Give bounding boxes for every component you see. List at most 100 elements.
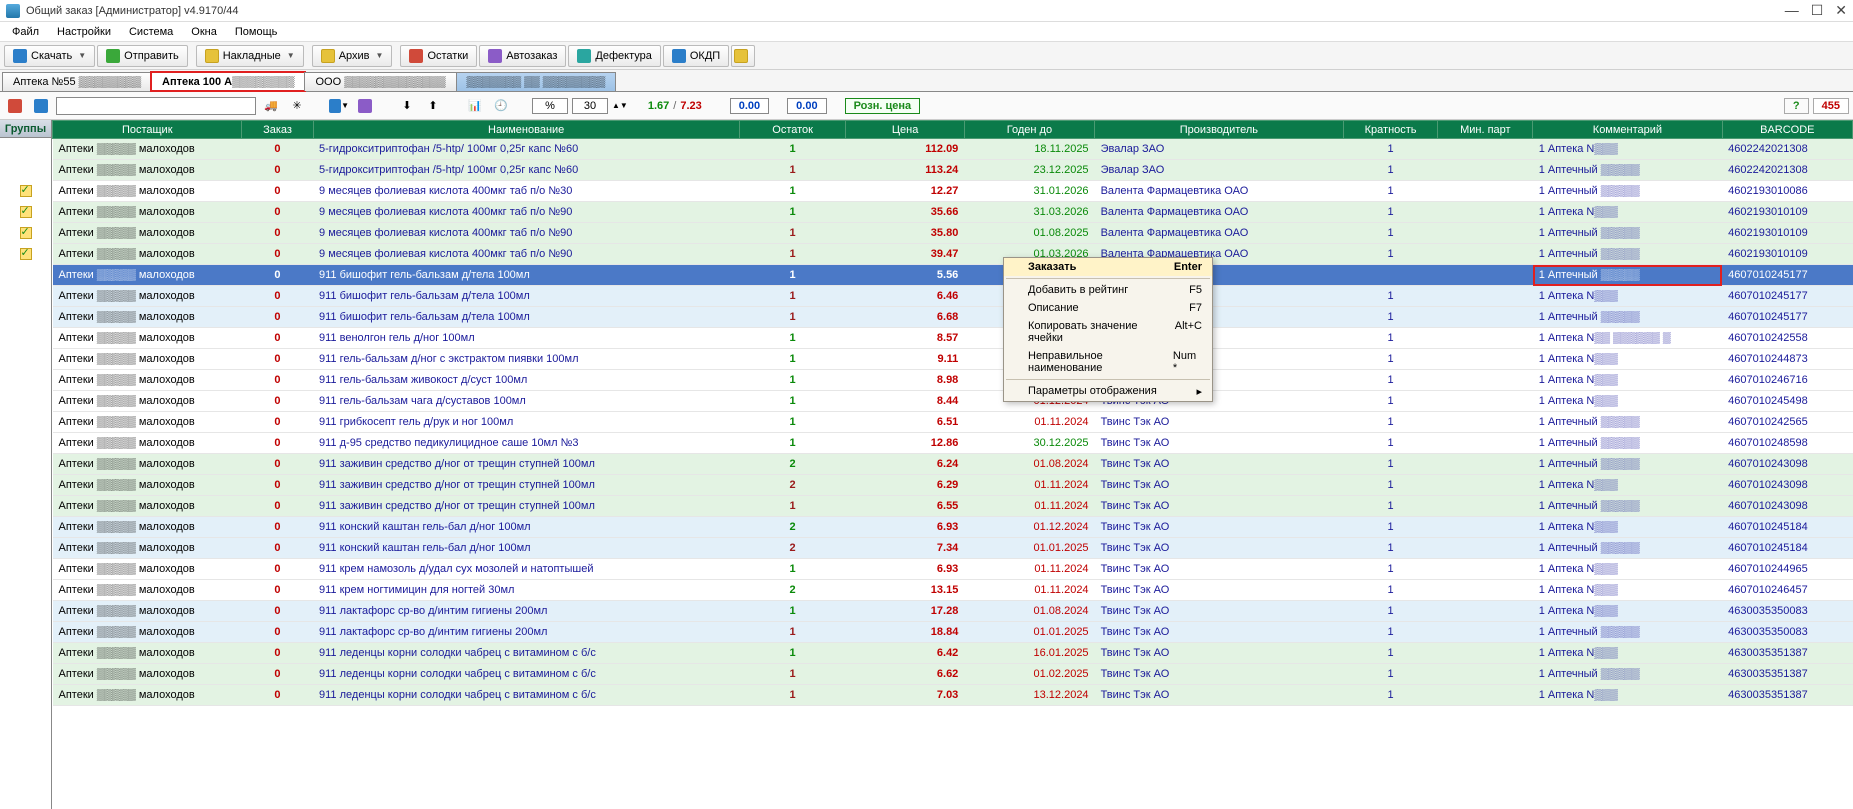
table-row[interactable]: Аптеки ▒▒▒▒▒ малоходов09 месяцев фолиева… bbox=[53, 223, 1853, 244]
row-marker[interactable] bbox=[0, 264, 51, 285]
table-row[interactable]: Аптеки ▒▒▒▒▒ малоходов0911 гель-бальзам … bbox=[53, 349, 1853, 370]
table-row[interactable]: Аптеки ▒▒▒▒▒ малоходов0911 леденцы корни… bbox=[53, 685, 1853, 706]
col-maker[interactable]: Производитель bbox=[1095, 121, 1344, 139]
row-marker[interactable] bbox=[0, 453, 51, 474]
menu-system[interactable]: Система bbox=[121, 24, 181, 40]
table-row[interactable]: Аптеки ▒▒▒▒▒ малоходов0911 заживин средс… bbox=[53, 475, 1853, 496]
col-supplier[interactable]: Постащик bbox=[53, 121, 242, 139]
table-row[interactable]: Аптеки ▒▒▒▒▒ малоходов0911 бишофит гель-… bbox=[53, 307, 1853, 328]
table-row[interactable]: Аптеки ▒▒▒▒▒ малоходов05-гидрокситриптоф… bbox=[53, 160, 1853, 181]
row-marker[interactable] bbox=[0, 621, 51, 642]
row-marker[interactable] bbox=[0, 138, 51, 159]
tab-apteka-55[interactable]: Аптека №55 ▒▒▒▒▒▒▒▒ bbox=[2, 72, 152, 91]
row-marker[interactable] bbox=[0, 348, 51, 369]
table-row[interactable]: Аптеки ▒▒▒▒▒ малоходов0911 леденцы корни… bbox=[53, 664, 1853, 685]
row-marker[interactable] bbox=[0, 369, 51, 390]
col-until[interactable]: Годен до bbox=[964, 121, 1094, 139]
row-marker[interactable] bbox=[0, 663, 51, 684]
col-order[interactable]: Заказ bbox=[242, 121, 313, 139]
row-marker[interactable] bbox=[0, 495, 51, 516]
row-marker[interactable] bbox=[0, 432, 51, 453]
col-mult[interactable]: Кратность bbox=[1343, 121, 1438, 139]
table-row[interactable]: Аптеки ▒▒▒▒▒ малоходов09 месяцев фолиева… bbox=[53, 202, 1853, 223]
ctx-rate[interactable]: Добавить в рейтингF5 bbox=[1004, 281, 1212, 299]
table-row[interactable]: Аптеки ▒▒▒▒▒ малоходов0911 бишофит гель-… bbox=[53, 286, 1853, 307]
tab-ooo[interactable]: ООО ▒▒▒▒▒▒▒▒▒▒▒▒▒ bbox=[304, 72, 456, 91]
gear-icon[interactable] bbox=[4, 96, 26, 116]
table-row[interactable]: Аптеки ▒▒▒▒▒ малоходов0911 гель-бальзам … bbox=[53, 391, 1853, 412]
ctx-display-params[interactable]: Параметры отображения bbox=[1004, 382, 1212, 401]
table-row[interactable]: Аптеки ▒▒▒▒▒ малоходов0911 крем ногтимиц… bbox=[53, 580, 1853, 601]
ctx-order[interactable]: ЗаказатьEnter bbox=[1004, 258, 1212, 276]
row-marker[interactable] bbox=[0, 579, 51, 600]
table-row[interactable]: Аптеки ▒▒▒▒▒ малоходов0911 бишофит гель-… bbox=[53, 265, 1853, 286]
minimize-button[interactable]: — bbox=[1785, 2, 1799, 19]
col-minpart[interactable]: Мин. парт bbox=[1438, 121, 1533, 139]
col-rest[interactable]: Остаток bbox=[739, 121, 846, 139]
menu-file[interactable]: Файл bbox=[4, 24, 47, 40]
col-barcode[interactable]: BARCODE bbox=[1722, 121, 1852, 139]
row-marker[interactable] bbox=[0, 390, 51, 411]
table-row[interactable]: Аптеки ▒▒▒▒▒ малоходов05-гидрокситриптоф… bbox=[53, 139, 1853, 160]
row-marker[interactable] bbox=[0, 159, 51, 180]
clock-icon[interactable]: 🕘 bbox=[490, 96, 512, 116]
col-price[interactable]: Цена bbox=[846, 121, 964, 139]
ctx-desc[interactable]: ОписаниеF7 bbox=[1004, 299, 1212, 317]
table-row[interactable]: Аптеки ▒▒▒▒▒ малоходов0911 крем намозоль… bbox=[53, 559, 1853, 580]
table-row[interactable]: Аптеки ▒▒▒▒▒ малоходов0911 заживин средс… bbox=[53, 454, 1853, 475]
row-marker[interactable] bbox=[0, 516, 51, 537]
ctx-wrong[interactable]: Неправильное наименованиеNum * bbox=[1004, 347, 1212, 377]
table-row[interactable]: Аптеки ▒▒▒▒▒ малоходов0911 конский кашта… bbox=[53, 517, 1853, 538]
row-marker[interactable] bbox=[0, 411, 51, 432]
table-row[interactable]: Аптеки ▒▒▒▒▒ малоходов0911 грибкосепт ге… bbox=[53, 412, 1853, 433]
row-marker[interactable] bbox=[0, 285, 51, 306]
defect-button[interactable]: Дефектура bbox=[568, 45, 660, 67]
row-marker[interactable] bbox=[0, 558, 51, 579]
table-row[interactable]: Аптеки ▒▒▒▒▒ малоходов0911 леденцы корни… bbox=[53, 643, 1853, 664]
row-marker[interactable] bbox=[0, 600, 51, 621]
row-marker[interactable] bbox=[0, 201, 51, 222]
invoices-button[interactable]: Накладные▼ bbox=[196, 45, 304, 67]
maximize-button[interactable]: ☐ bbox=[1811, 2, 1824, 19]
flower-icon[interactable]: ✳ bbox=[286, 96, 308, 116]
data-grid[interactable]: Постащик Заказ Наименование Остаток Цена… bbox=[52, 120, 1853, 706]
table-row[interactable]: Аптеки ▒▒▒▒▒ малоходов0911 лактафорс ср-… bbox=[53, 622, 1853, 643]
menu-settings[interactable]: Настройки bbox=[49, 24, 119, 40]
row-marker[interactable] bbox=[0, 222, 51, 243]
col-name[interactable]: Наименование bbox=[313, 121, 739, 139]
row-marker[interactable] bbox=[0, 243, 51, 264]
ctx-copy[interactable]: Копировать значение ячейкиAlt+C bbox=[1004, 317, 1212, 347]
menu-windows[interactable]: Окна bbox=[183, 24, 225, 40]
okdp-button[interactable]: ОКДП bbox=[663, 45, 729, 67]
menu-help[interactable]: Помощь bbox=[227, 24, 286, 40]
archive-button[interactable]: Архив▼ bbox=[312, 45, 393, 67]
row-marker[interactable] bbox=[0, 537, 51, 558]
help-indicator[interactable]: ? bbox=[1784, 98, 1809, 114]
table-row[interactable]: Аптеки ▒▒▒▒▒ малоходов09 месяцев фолиева… bbox=[53, 181, 1853, 202]
table-row[interactable]: Аптеки ▒▒▒▒▒ малоходов0911 венолгон гель… bbox=[53, 328, 1853, 349]
table-row[interactable]: Аптеки ▒▒▒▒▒ малоходов0911 заживин средс… bbox=[53, 496, 1853, 517]
col-comment[interactable]: Комментарий bbox=[1533, 121, 1722, 139]
table-row[interactable]: Аптеки ▒▒▒▒▒ малоходов0911 гель-бальзам … bbox=[53, 370, 1853, 391]
brush-icon[interactable] bbox=[354, 96, 376, 116]
arrow-up-icon[interactable]: ⬆ bbox=[422, 96, 444, 116]
row-marker[interactable] bbox=[0, 306, 51, 327]
close-button[interactable]: ✕ bbox=[1835, 2, 1847, 19]
tab-extra[interactable]: ▒▒▒▒▒▒▒ ▒▒ ▒▒▒▒▒▒▒▒ bbox=[456, 72, 617, 91]
row-marker[interactable] bbox=[0, 474, 51, 495]
filter-icon[interactable]: ▼ bbox=[328, 96, 350, 116]
tab-apteka-100[interactable]: Аптека 100 А▒▒▒▒▒▒▒▒ bbox=[151, 72, 305, 91]
extra-tool-button[interactable] bbox=[731, 45, 755, 67]
table-row[interactable]: Аптеки ▒▒▒▒▒ малоходов0911 лактафорс ср-… bbox=[53, 601, 1853, 622]
arrow-down-icon[interactable]: ⬇ bbox=[396, 96, 418, 116]
table-row[interactable]: Аптеки ▒▒▒▒▒ малоходов0911 конский кашта… bbox=[53, 538, 1853, 559]
row-marker[interactable] bbox=[0, 180, 51, 201]
download-button[interactable]: Скачать▼ bbox=[4, 45, 95, 67]
retail-price-button[interactable]: Розн. цена bbox=[845, 98, 921, 114]
autoorder-button[interactable]: Автозаказ bbox=[479, 45, 566, 67]
row-marker[interactable] bbox=[0, 684, 51, 705]
row-marker[interactable] bbox=[0, 327, 51, 348]
search-input[interactable] bbox=[56, 97, 256, 115]
percent-value[interactable]: 30 bbox=[572, 98, 608, 114]
table-row[interactable]: Аптеки ▒▒▒▒▒ малоходов0911 д-95 средство… bbox=[53, 433, 1853, 454]
